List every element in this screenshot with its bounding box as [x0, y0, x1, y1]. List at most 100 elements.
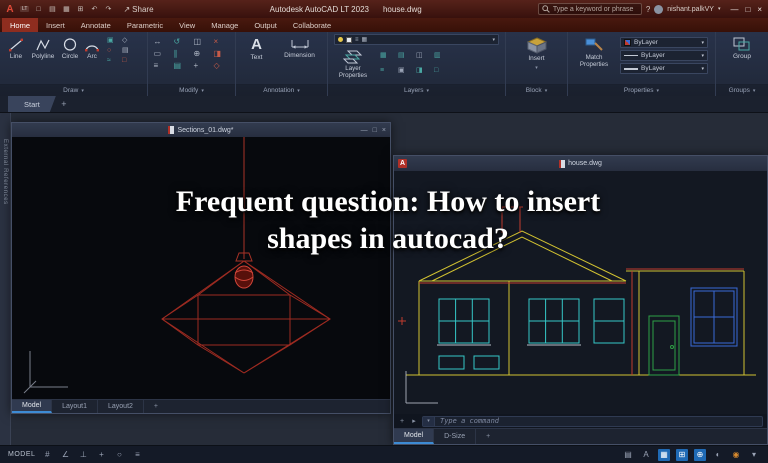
tab-start[interactable]: Start [8, 96, 56, 112]
layer-tool-icon[interactable]: ◫ [416, 51, 430, 64]
ribbon-tab-collaborate[interactable]: Collaborate [285, 18, 339, 32]
workspace-icon[interactable]: ▤ [622, 449, 634, 461]
snap-icon[interactable]: + [95, 449, 107, 461]
modify-tool-icon[interactable]: ⊕ [194, 49, 210, 59]
user-name[interactable]: nishant.palkVY [667, 6, 714, 13]
tab-model[interactable]: Model [12, 400, 52, 413]
tool-circle[interactable]: Circle [58, 35, 82, 61]
save-icon[interactable]: ▦ [61, 5, 71, 13]
modify-tool-icon[interactable]: ◫ [194, 37, 210, 47]
command-prompt-icon[interactable]: ▸ [410, 417, 418, 425]
linetype-dropdown[interactable]: ByLayer ▾ [620, 50, 708, 61]
tool-match-properties[interactable]: Match Properties [572, 35, 616, 69]
tool-arc[interactable]: Arc [82, 35, 102, 61]
draw-tool-icon[interactable]: □ [122, 57, 133, 65]
window-close-icon[interactable]: × [382, 127, 386, 134]
layer-tool-icon[interactable]: ≡ [380, 66, 394, 79]
ribbon-tab-parametric[interactable]: Parametric [119, 18, 171, 32]
draw-tool-icon[interactable]: ▣ [107, 37, 118, 45]
ribbon-tab-output[interactable]: Output [246, 18, 285, 32]
house-window-titlebar[interactable]: A house.dwg [394, 156, 767, 171]
units-icon[interactable]: ▦ [658, 449, 670, 461]
minimize-icon[interactable]: — [730, 5, 738, 14]
add-layout-button[interactable]: + [476, 429, 500, 444]
redo-icon[interactable]: ↷ [103, 5, 113, 13]
model-space-button[interactable]: MODEL [8, 451, 35, 458]
tool-text[interactable]: A Text [242, 35, 272, 62]
modify-tool-icon[interactable]: ↔ [154, 37, 170, 47]
lineweight-dropdown[interactable]: ByLayer ▾ [620, 63, 708, 74]
tool-layer-properties[interactable]: Layer Properties [331, 48, 375, 80]
draw-tool-icon[interactable]: ▤ [122, 47, 133, 55]
window-maximize-icon[interactable]: □ [373, 127, 377, 134]
panel-label-annotation[interactable]: Annotation▾ [236, 84, 327, 96]
recent-commands-icon[interactable]: ▾ [423, 417, 435, 426]
tool-group[interactable]: Group [724, 35, 760, 61]
share-button[interactable]: ↗ Share [123, 5, 153, 14]
layer-dropdown[interactable]: ≡ ▦ ▾ [334, 34, 499, 45]
close-icon[interactable]: × [757, 5, 762, 14]
tab-layout1[interactable]: Layout1 [52, 400, 98, 413]
grid-icon[interactable]: # [41, 449, 53, 461]
lineweight-toggle-icon[interactable]: ≡ [131, 449, 143, 461]
tab-d-size[interactable]: D-Size [434, 429, 476, 444]
modify-tool-icon[interactable]: × [214, 37, 230, 47]
object-color-dropdown[interactable]: ByLayer ▾ [620, 37, 708, 48]
help-icon[interactable]: ? [646, 5, 650, 14]
panel-label-draw[interactable]: Draw▾ [0, 84, 147, 96]
layer-tool-icon[interactable]: ▤ [398, 51, 412, 64]
panel-label-groups[interactable]: Groups▾ [716, 84, 768, 96]
ribbon-tab-annotate[interactable]: Annotate [73, 18, 119, 32]
draw-tool-icon[interactable]: ≈ [107, 57, 118, 65]
ribbon-tab-insert[interactable]: Insert [38, 18, 73, 32]
chevron-down-icon[interactable]: ▾ [718, 6, 721, 12]
maximize-icon[interactable]: □ [745, 5, 750, 14]
ortho-icon[interactable]: ⊥ [77, 449, 89, 461]
new-drawing-tab-button[interactable]: + [56, 96, 72, 112]
undo-icon[interactable]: ↶ [89, 5, 99, 13]
tool-polyline[interactable]: Polyline [28, 35, 58, 61]
sections-window-titlebar[interactable]: Sections_01.dwg* — □ × [12, 123, 390, 137]
modify-tool-icon[interactable]: ◇ [214, 61, 230, 71]
layer-tool-icon[interactable]: ▥ [434, 51, 448, 64]
object-snap-icon[interactable]: ○ [113, 449, 125, 461]
customization-menu-icon[interactable]: ▾ [748, 449, 760, 461]
tab-layout2[interactable]: Layout2 [98, 400, 144, 413]
panel-label-modify[interactable]: Modify▾ [148, 84, 235, 96]
sections-canvas[interactable] [12, 137, 390, 399]
quick-measure-icon[interactable]: ⊞ [676, 449, 688, 461]
annotation-scale-icon[interactable]: A [640, 449, 652, 461]
notification-icon[interactable]: ◉ [730, 449, 742, 461]
external-references-panel[interactable]: External References [0, 113, 11, 445]
plot-icon[interactable]: ⊞ [75, 5, 85, 13]
search-box[interactable]: Type a keyword or phrase [538, 3, 642, 15]
modify-tool-icon[interactable]: ↺ [174, 37, 190, 47]
modify-tool-icon[interactable]: ≡ [154, 61, 170, 71]
panel-label-block[interactable]: Block▾ [506, 84, 567, 96]
ribbon-tab-home[interactable]: Home [2, 18, 38, 32]
avatar-icon[interactable] [654, 5, 663, 14]
modify-tool-icon[interactable]: ∥ [174, 49, 190, 59]
ribbon-tab-view[interactable]: View [171, 18, 203, 32]
autocad-logo-icon[interactable]: A [4, 3, 16, 15]
modify-tool-icon[interactable]: + [194, 61, 210, 71]
isolate-objects-icon[interactable]: ⊕ [694, 449, 706, 461]
tool-line[interactable]: Line [4, 35, 28, 61]
draw-tool-icon[interactable]: ○ [107, 47, 118, 55]
panel-label-properties[interactable]: Properties▾ [568, 84, 715, 96]
open-file-icon[interactable]: ▤ [47, 5, 57, 13]
modify-tool-icon[interactable]: ▤ [174, 61, 190, 71]
draw-tool-icon[interactable]: ◇ [122, 37, 133, 45]
new-file-icon[interactable]: □ [33, 6, 43, 13]
tool-dimension[interactable]: Dimension [278, 35, 322, 60]
command-input[interactable]: ▾ Type a command [422, 416, 763, 427]
window-minimize-icon[interactable]: — [361, 127, 368, 134]
layer-tool-icon[interactable]: □ [434, 66, 448, 79]
ribbon-tab-manage[interactable]: Manage [203, 18, 246, 32]
polar-tracking-icon[interactable]: ∠ [59, 449, 71, 461]
modify-tool-icon[interactable]: ▭ [154, 49, 170, 59]
panel-label-layers[interactable]: Layers▾ [328, 84, 505, 96]
modify-tool-icon[interactable]: ◨ [214, 49, 230, 59]
customization-icon[interactable]: + [398, 418, 406, 425]
tab-model[interactable]: Model [394, 429, 434, 444]
